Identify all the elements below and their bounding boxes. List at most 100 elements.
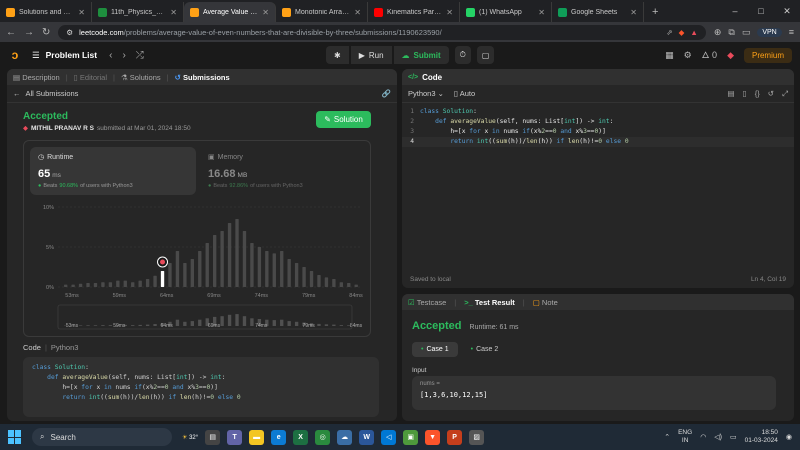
- volume-icon[interactable]: ◁): [714, 433, 722, 441]
- code-token: int: [476, 138, 489, 145]
- tab-submissions[interactable]: ↺ Submissions: [175, 73, 230, 82]
- brave-rewards-icon[interactable]: ▲: [690, 28, 697, 37]
- tab-editorial[interactable]: ▯ Editorial: [74, 73, 107, 82]
- powerpoint-icon[interactable]: P: [447, 429, 463, 445]
- problem-list-button[interactable]: ☰ Problem List: [32, 50, 97, 61]
- all-submissions-link[interactable]: All Submissions: [26, 89, 79, 98]
- wifi-icon[interactable]: ◠: [700, 433, 706, 441]
- notes-icon[interactable]: ▤: [727, 89, 734, 99]
- case-2-tab[interactable]: • Case 2: [462, 342, 508, 357]
- submitted-code[interactable]: class Solution: def averageValue(self, n…: [23, 357, 379, 417]
- browser-tab[interactable]: Monotonic Array - LeetC ✕: [276, 2, 368, 22]
- task-view-icon[interactable]: ▤: [205, 429, 221, 445]
- autocomplete-mode[interactable]: ▯ Auto: [454, 89, 475, 98]
- close-tab-icon[interactable]: ✕: [538, 8, 545, 17]
- file-explorer-icon[interactable]: ▬: [249, 429, 265, 445]
- back-icon[interactable]: ←: [6, 27, 16, 38]
- link-icon[interactable]: 🔗: [382, 89, 391, 98]
- browser-tab[interactable]: (1) WhatsApp ✕: [460, 2, 552, 22]
- brave-icon[interactable]: ▼: [425, 429, 441, 445]
- browser-tab[interactable]: Solutions and Explanation ✕: [0, 2, 92, 22]
- notifications-icon[interactable]: ◉: [786, 433, 792, 441]
- taskbar-search[interactable]: ⌕ Search: [32, 428, 172, 446]
- close-tab-icon[interactable]: ✕: [262, 8, 269, 17]
- windows-taskbar: ⌕ Search ☀ 32° ▤ T ▬ e X ◎ ☁ W ◁ ▣ ▼ P ▨ …: [0, 424, 800, 450]
- back-arrow-icon[interactable]: ←: [13, 89, 21, 98]
- bookmark-icon[interactable]: ▯: [743, 89, 747, 99]
- excel-icon[interactable]: X: [293, 429, 309, 445]
- address-bar[interactable]: ⚙ leetcode.com/problems/average-value-of…: [58, 24, 706, 40]
- brave-shield-icon[interactable]: ◆: [679, 28, 685, 37]
- tab-description[interactable]: ▤ Description: [13, 73, 60, 82]
- username[interactable]: MITHIL PRANAV R S: [31, 125, 94, 132]
- word-icon[interactable]: W: [359, 429, 375, 445]
- sidebar-icon[interactable]: ▭: [742, 27, 751, 38]
- notes-button[interactable]: ▢: [476, 46, 495, 64]
- shuffle-icon[interactable]: ⤮: [136, 50, 144, 61]
- streak-counter[interactable]: 🜂 0: [702, 46, 717, 64]
- input-language[interactable]: ENG IN: [678, 429, 692, 445]
- prev-problem-icon[interactable]: ‹: [109, 50, 112, 61]
- browser-tab[interactable]: Google Sheets ✕: [552, 2, 644, 22]
- note-icon: ▢: [532, 297, 540, 307]
- format-code-icon[interactable]: {}: [755, 89, 760, 99]
- tab-test-result[interactable]: >_ Test Result: [464, 298, 515, 307]
- avatar[interactable]: ◆: [727, 50, 734, 61]
- new-tab-icon[interactable]: +: [644, 2, 666, 22]
- tab-note[interactable]: ▢ Note: [533, 298, 558, 307]
- language-select[interactable]: Python3 ⌄: [408, 89, 444, 98]
- runtime-distribution-chart[interactable]: 10% 5% 0% 53ms 53ms 59ms 59ms 64ms 64ms 69ms 69ms 7…: [24, 201, 370, 336]
- debug-button[interactable]: ✱: [326, 46, 349, 64]
- tab-testcase[interactable]: ☑ Testcase: [408, 298, 446, 307]
- case-1-tab[interactable]: • Case 1: [412, 342, 458, 357]
- package-icon[interactable]: ▣: [403, 429, 419, 445]
- close-tab-icon[interactable]: ✕: [446, 8, 453, 17]
- panel-resize-handle[interactable]: [398, 69, 401, 421]
- submit-button[interactable]: ☁ Submit: [393, 46, 449, 64]
- edge-icon[interactable]: e: [271, 429, 287, 445]
- timer-button[interactable]: ⏱: [454, 46, 471, 64]
- reset-icon[interactable]: ↺: [768, 89, 774, 99]
- close-tab-icon[interactable]: ✕: [170, 8, 177, 17]
- run-button[interactable]: ▶ Run: [350, 46, 392, 64]
- add-icon[interactable]: ⊕: [714, 27, 722, 38]
- settings-icon[interactable]: ⚙: [684, 50, 692, 61]
- site-info-icon[interactable]: ⚙: [66, 28, 73, 37]
- battery-icon[interactable]: ▭: [730, 433, 737, 441]
- next-problem-icon[interactable]: ›: [122, 50, 125, 61]
- close-tab-icon[interactable]: ✕: [354, 8, 361, 17]
- cloud-icon[interactable]: ☁: [337, 429, 353, 445]
- weather-widget[interactable]: ☀ 32°: [182, 434, 198, 441]
- browser-tab[interactable]: 11th_Physics_Vol_1_EM - ✕: [92, 2, 184, 22]
- close-window-icon[interactable]: ✕: [774, 0, 800, 22]
- fullscreen-icon[interactable]: ⤢: [782, 89, 788, 99]
- leetcode-logo-icon[interactable]: ↄ: [8, 48, 22, 62]
- close-tab-icon[interactable]: ✕: [630, 8, 637, 17]
- tray-chevron-icon[interactable]: ⌃: [664, 433, 670, 441]
- photos-icon[interactable]: ▨: [469, 429, 485, 445]
- forward-icon[interactable]: →: [24, 27, 34, 38]
- share-icon[interactable]: ⇗: [666, 28, 672, 37]
- solution-button[interactable]: ✎ Solution: [316, 111, 371, 128]
- minimize-icon[interactable]: –: [722, 0, 748, 22]
- browser-tab[interactable]: Kinematics Part 3: Project ✕: [368, 2, 460, 22]
- windows-start-icon[interactable]: [8, 430, 22, 444]
- memory-card[interactable]: ▣ Memory 16.68 MB ● Beats 92.86% of users w…: [200, 147, 366, 195]
- editor-code-area[interactable]: 1 class Solution: 2 def averageValue(self,…: [402, 107, 794, 147]
- teams-icon[interactable]: T: [227, 429, 243, 445]
- vpn-button[interactable]: VPN: [757, 27, 782, 37]
- chrome-icon[interactable]: ◎: [315, 429, 331, 445]
- runtime-card[interactable]: ◷ Runtime 65 ms ● Beats 90.68% of users wit…: [30, 147, 196, 195]
- close-tab-icon[interactable]: ✕: [78, 8, 85, 17]
- search-icon: ⌕: [40, 432, 45, 441]
- maximize-icon[interactable]: □: [748, 0, 774, 22]
- clock[interactable]: 18:50 01-03-2024: [745, 429, 778, 445]
- layout-icon[interactable]: ▦: [665, 50, 674, 61]
- vscode-icon[interactable]: ◁: [381, 429, 397, 445]
- menu-icon[interactable]: ≡: [789, 27, 794, 37]
- extensions-icon[interactable]: ⧉: [728, 27, 734, 38]
- reload-icon[interactable]: ↻: [42, 27, 50, 38]
- browser-tab[interactable]: Average Value of Even ✕: [184, 2, 276, 22]
- tab-solutions[interactable]: ⚗ Solutions: [121, 73, 161, 82]
- premium-button[interactable]: Premium: [743, 47, 792, 63]
